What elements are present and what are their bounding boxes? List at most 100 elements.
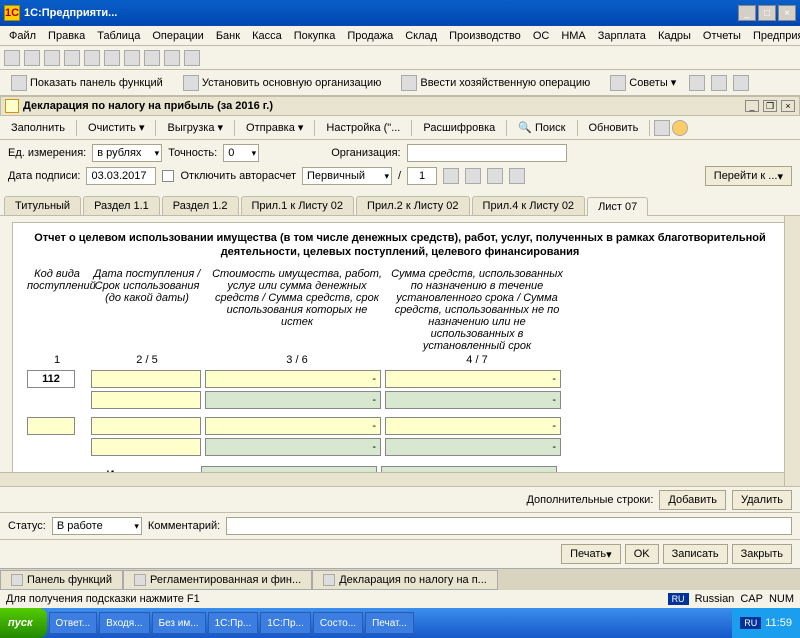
menu-reports[interactable]: Отчеты xyxy=(698,28,746,44)
primary-select[interactable]: Первичный xyxy=(302,167,392,185)
amount-cell[interactable]: - xyxy=(205,417,381,435)
toolbar-icon[interactable] xyxy=(184,50,200,66)
code-cell[interactable]: 112 xyxy=(27,370,75,388)
start-button[interactable]: пуск xyxy=(0,608,47,638)
doc-minimize-button[interactable]: _ xyxy=(745,100,759,112)
tab-app4[interactable]: Прил.4 к Листу 02 xyxy=(472,196,586,215)
toolbar-icon[interactable] xyxy=(733,75,749,91)
menu-operations[interactable]: Операции xyxy=(147,28,208,44)
amount-cell[interactable]: - xyxy=(205,370,381,388)
taskbar-item[interactable]: 1С:Пр... xyxy=(208,612,259,634)
help-icon[interactable] xyxy=(672,120,688,136)
menu-nma[interactable]: НМА xyxy=(556,28,590,44)
unit-select[interactable]: в рублях xyxy=(92,144,162,162)
toolbar-icon[interactable] xyxy=(144,50,160,66)
menu-edit[interactable]: Правка xyxy=(43,28,90,44)
toolbar-icon[interactable] xyxy=(124,50,140,66)
menu-table[interactable]: Таблица xyxy=(92,28,145,44)
lang-badge[interactable]: RU xyxy=(668,593,689,605)
system-tray[interactable]: RU 11:59 xyxy=(732,608,800,638)
goto-button[interactable]: Перейти к ... ▾ xyxy=(705,166,792,186)
toolbar-icon[interactable] xyxy=(689,75,705,91)
toolbar-icon[interactable] xyxy=(4,50,20,66)
toolbar-icon[interactable] xyxy=(84,50,100,66)
decode-action[interactable]: Расшифровка xyxy=(416,119,502,137)
wintab-reg[interactable]: Регламентированная и фин... xyxy=(123,570,312,590)
toolbar-icon[interactable] xyxy=(509,168,525,184)
search-action[interactable]: 🔍 Поиск xyxy=(511,118,572,137)
close-button[interactable]: × xyxy=(778,5,796,21)
menu-production[interactable]: Производство xyxy=(444,28,526,44)
delete-button[interactable]: Удалить xyxy=(732,490,792,510)
date-cell[interactable] xyxy=(91,370,201,388)
toolbar-icon[interactable] xyxy=(64,50,80,66)
tab-section11[interactable]: Раздел 1.1 xyxy=(83,196,160,215)
clear-action[interactable]: Очистить ▾ xyxy=(81,118,151,137)
date-cell[interactable] xyxy=(91,417,201,435)
minimize-button[interactable]: _ xyxy=(738,5,756,21)
scrollbar-horizontal[interactable] xyxy=(0,472,784,486)
toolbar-icon[interactable] xyxy=(104,50,120,66)
taskbar-item[interactable]: Состо... xyxy=(313,612,363,634)
menu-staff[interactable]: Кадры xyxy=(653,28,696,44)
status-select[interactable]: В работе xyxy=(52,517,142,535)
refresh-action[interactable]: Обновить xyxy=(582,119,646,137)
fill-action[interactable]: Заполнить xyxy=(4,119,72,137)
date-cell[interactable] xyxy=(91,438,201,456)
comment-input[interactable] xyxy=(226,517,792,535)
taskbar-item[interactable]: Без им... xyxy=(152,612,206,634)
enter-op-button[interactable]: Ввести хозяйственную операцию xyxy=(394,72,597,94)
menu-os[interactable]: ОС xyxy=(528,28,555,44)
doc-restore-button[interactable]: ❐ xyxy=(763,100,777,112)
export-action[interactable]: Выгрузка ▾ xyxy=(160,118,230,137)
tab-app2[interactable]: Прил.2 к Листу 02 xyxy=(356,196,470,215)
toolbar-icon[interactable] xyxy=(711,75,727,91)
tab-sheet07[interactable]: Лист 07 xyxy=(587,197,648,216)
menu-purchase[interactable]: Покупка xyxy=(289,28,341,44)
close-button[interactable]: Закрыть xyxy=(732,544,792,564)
menu-file[interactable]: Файл xyxy=(4,28,41,44)
menu-cash[interactable]: Касса xyxy=(247,28,287,44)
date-input[interactable]: 03.03.2017 xyxy=(86,167,156,185)
amount-cell[interactable]: - xyxy=(385,438,561,456)
taskbar-item[interactable]: 1С:Пр... xyxy=(260,612,311,634)
tips-button[interactable]: Советы▾ xyxy=(603,72,683,94)
set-org-button[interactable]: Установить основную организацию xyxy=(176,72,389,94)
auto-checkbox[interactable] xyxy=(162,170,174,182)
toolbar-icon[interactable] xyxy=(164,50,180,66)
menu-salary[interactable]: Зарплата xyxy=(593,28,651,44)
toolbar-icon[interactable] xyxy=(44,50,60,66)
amount-cell[interactable]: - xyxy=(385,417,561,435)
toolbar-icon[interactable] xyxy=(654,120,670,136)
tab-title[interactable]: Титульный xyxy=(4,196,81,215)
wintab-panel[interactable]: Панель функций xyxy=(0,570,123,590)
scrollbar-vertical[interactable] xyxy=(784,216,800,486)
wintab-decl[interactable]: Декларация по налогу на п... xyxy=(312,570,498,590)
menu-sale[interactable]: Продажа xyxy=(342,28,398,44)
toolbar-icon[interactable] xyxy=(487,168,503,184)
menu-bank[interactable]: Банк xyxy=(211,28,245,44)
toolbar-icon[interactable] xyxy=(465,168,481,184)
toolbar-icon[interactable] xyxy=(443,168,459,184)
send-action[interactable]: Отправка ▾ xyxy=(239,118,310,137)
taskbar-item[interactable]: Ответ... xyxy=(49,612,98,634)
tab-section12[interactable]: Раздел 1.2 xyxy=(162,196,239,215)
taskbar-item[interactable]: Входя... xyxy=(99,612,149,634)
code-cell[interactable] xyxy=(27,417,75,435)
amount-cell[interactable]: - xyxy=(205,438,381,456)
date-cell[interactable] xyxy=(91,391,201,409)
amount-cell[interactable]: - xyxy=(205,391,381,409)
amount-cell[interactable]: - xyxy=(385,391,561,409)
menu-warehouse[interactable]: Склад xyxy=(400,28,442,44)
tray-lang[interactable]: RU xyxy=(740,617,761,629)
tab-app1[interactable]: Прил.1 к Листу 02 xyxy=(241,196,355,215)
show-panel-button[interactable]: Показать панель функций xyxy=(4,72,170,94)
ok-button[interactable]: OK xyxy=(625,544,659,564)
save-button[interactable]: Записать xyxy=(663,544,728,564)
precision-select[interactable]: 0 xyxy=(223,144,259,162)
amount-cell[interactable]: - xyxy=(385,370,561,388)
add-button[interactable]: Добавить xyxy=(659,490,726,510)
taskbar-item[interactable]: Печат... xyxy=(365,612,414,634)
settings-action[interactable]: Настройка ("... xyxy=(319,119,407,137)
print-button[interactable]: Печать ▾ xyxy=(561,544,621,564)
